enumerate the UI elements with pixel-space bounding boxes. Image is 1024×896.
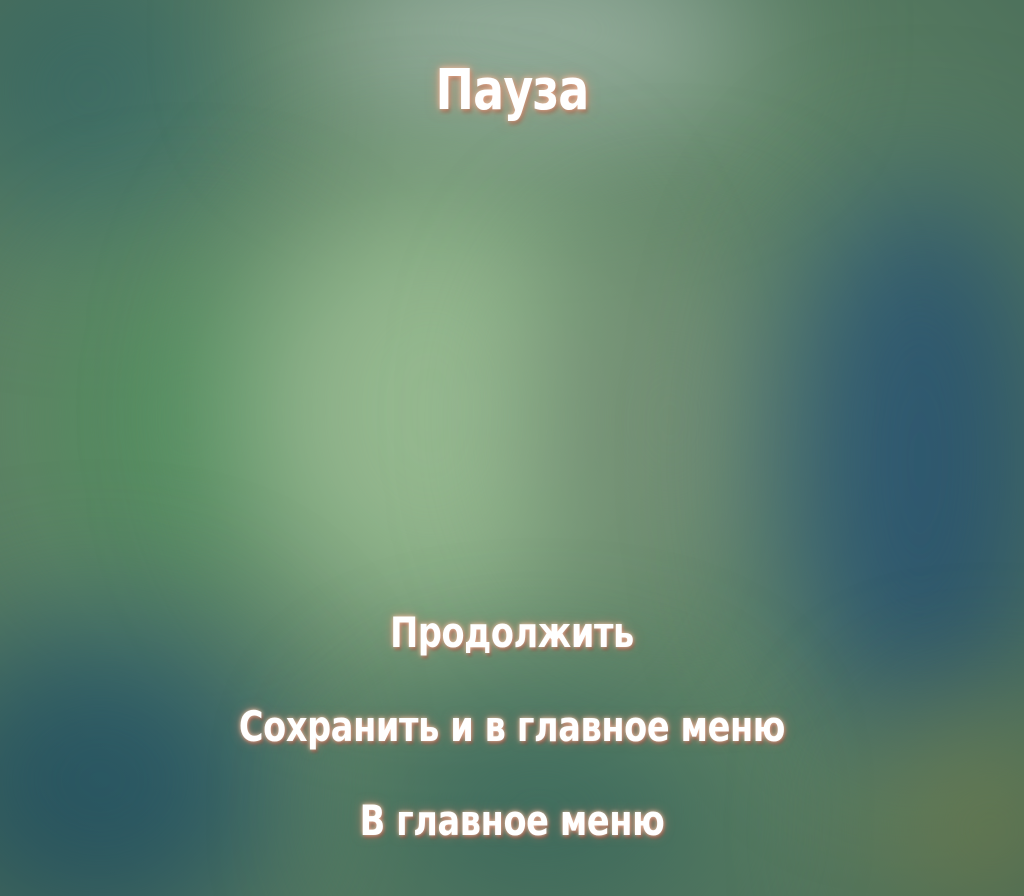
pause-menu: Продолжить Сохранить и в главное меню В … [0,598,1024,880]
pause-title: Пауза [435,58,590,123]
save-and-main-menu-button[interactable]: Сохранить и в главное меню [102,692,921,786]
continue-button[interactable]: Продолжить [102,598,921,692]
main-menu-button[interactable]: В главное меню [102,786,921,880]
